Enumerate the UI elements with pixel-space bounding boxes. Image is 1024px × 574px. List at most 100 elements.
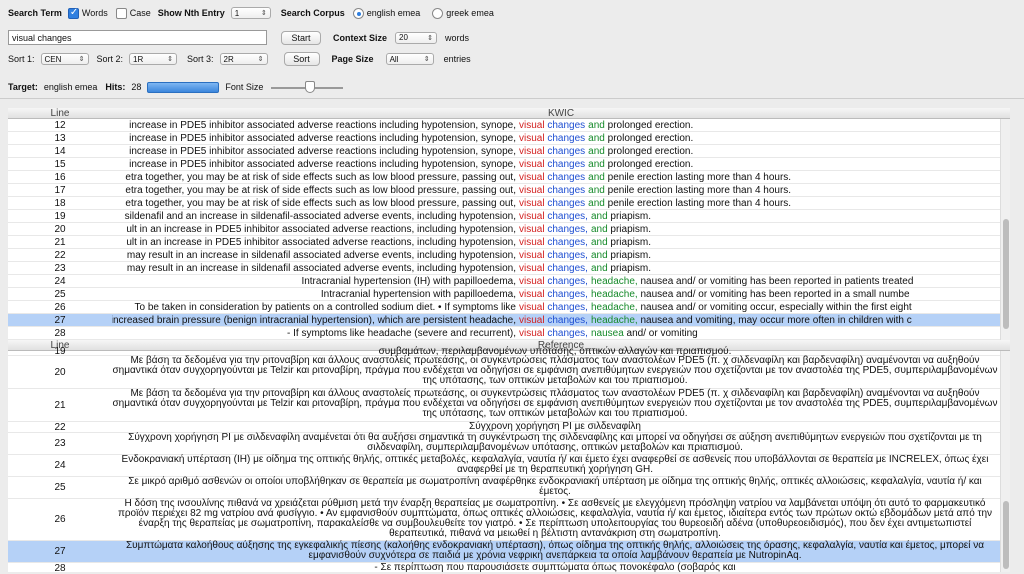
kwic-col-kwic[interactable]: KWIC <box>112 108 1010 119</box>
kwic-row[interactable]: 23 may result in an increase in sildenafi… <box>8 262 1010 275</box>
corpus-greek-radio[interactable] <box>432 7 444 19</box>
toolbar-divider <box>0 98 1024 99</box>
context-size-select[interactable]: 20 ⇕ <box>395 31 438 44</box>
kwic-keyword-1: visual <box>519 198 545 209</box>
kwic-right-context: and priapism. <box>588 249 651 261</box>
kwic-keyword-2: changes, <box>547 328 588 339</box>
reference-row[interactable]: 26 Η δόση της ινσουλίνης πιθανά να χρειάζ… <box>8 499 1010 541</box>
kwic-right-text: nausea and/ or vomiting occur, especiall… <box>637 302 912 313</box>
reference-pane: Line Reference 19 συμβαμάτων, περιλαμβανο… <box>8 340 1010 572</box>
corpus-english-radio[interactable] <box>352 7 364 19</box>
kwic-row[interactable]: 26 To be taken in consideration by patien… <box>8 301 1010 314</box>
search-term-label: Search Term <box>8 8 62 18</box>
sort-button[interactable]: Sort <box>283 52 320 66</box>
font-size-slider[interactable] <box>271 80 344 94</box>
kwic-row[interactable]: 12 increase in PDE5 inhibitor associated … <box>8 119 1010 132</box>
kwic-right-context: and priapism. <box>588 223 651 235</box>
kwic-keyword-2: changes, <box>547 211 588 222</box>
reference-row[interactable]: 21 Με βάση τα δεδομένα για την ριτοναβίρη… <box>8 389 1010 422</box>
reference-scrollbar[interactable] <box>1000 351 1010 572</box>
kwic-left-text: may result in an increase in sildenafil … <box>126 263 516 274</box>
kwic-line-number: 28 <box>54 328 66 339</box>
entries-label: entries <box>443 54 471 64</box>
sort2-select[interactable]: 1R ⇕ <box>129 53 178 65</box>
kwic-left-text: increase in PDE5 inhibitor associated ad… <box>129 133 516 144</box>
sort1-value: CEN <box>44 54 62 64</box>
kwic-row[interactable]: 21 ult in an increase in PDE5 inhibitor a… <box>8 236 1010 249</box>
show-nth-select[interactable]: 1 ⇕ <box>230 7 271 19</box>
kwic-left-context: may result in an increase in sildenafil … <box>112 262 516 274</box>
kwic-row[interactable]: 25 Intracranial hypertension with papillo… <box>8 288 1010 301</box>
reference-row[interactable]: 24 Ενδοκρανιακή υπέρταση (ΙΗ) με οίδημα τ… <box>8 455 1010 477</box>
kwic-right-text: prolonged erection. <box>604 159 694 170</box>
words-checkbox[interactable] <box>67 7 79 19</box>
kwic-row[interactable]: 13 increase in PDE5 inhibitor associated … <box>8 132 1010 145</box>
reference-text: Με βάση τα δεδομένα για την ριτοναβίρη κ… <box>112 388 998 419</box>
kwic-row[interactable]: 27 gn increased brain pressure (benign in… <box>8 314 1010 327</box>
sort1-label: Sort 1: <box>8 54 35 64</box>
page-size-select[interactable]: All ⇕ <box>385 53 434 65</box>
kwic-left-context: ult in an increase in PDE5 inhibitor ass… <box>112 223 516 235</box>
start-button[interactable]: Start <box>281 30 321 45</box>
kwic-line-number: 19 <box>54 211 66 222</box>
kwic-collocate: and <box>590 224 608 235</box>
kwic-row[interactable]: 28 - If symptoms like headache (severe an… <box>8 327 1010 340</box>
kwic-keyword-1: visual <box>519 263 545 274</box>
kwic-keyword-2: changes <box>547 159 586 170</box>
search-input[interactable]: visual changes <box>8 30 267 45</box>
reference-row[interactable]: 20 Με βάση τα δεδομένα για την ριτοναβίρη… <box>8 356 1010 389</box>
kwic-context: Intracranial hypertension (IH) with papi… <box>112 275 972 287</box>
kwic-keyword: visual changes <box>516 145 585 157</box>
kwic-left-text: may result in an increase in sildenafil … <box>126 250 516 261</box>
kwic-left-context: Intracranial hypertension with papilloed… <box>112 288 516 300</box>
kwic-row[interactable]: 17 etra together, you may be at risk of s… <box>8 184 1010 197</box>
kwic-collocate: and <box>590 263 608 274</box>
sort2-label: Sort 2: <box>96 54 124 64</box>
reference-row[interactable]: 28 - Σε περίπτωση που παρουσιάσετε συμπτώ… <box>8 563 1010 573</box>
reference-scroll-knob[interactable] <box>1003 501 1009 569</box>
kwic-pane: Line KWIC 12 increase in PDE5 inhibitor a… <box>8 108 1010 340</box>
reference-line-number: 26 <box>54 514 66 525</box>
kwic-context: - If symptoms like headache (severe and … <box>112 327 972 339</box>
sort3-select[interactable]: 2R ⇕ <box>219 53 268 65</box>
kwic-context: Intracranial hypertension with papilloed… <box>112 288 972 300</box>
kwic-row[interactable]: 22 may result in an increase in sildenafi… <box>8 249 1010 262</box>
kwic-row[interactable]: 15 increase in PDE5 inhibitor associated … <box>8 158 1010 171</box>
kwic-keyword-1: visual <box>519 185 545 196</box>
sort1-select[interactable]: CEN ⇕ <box>40 53 89 65</box>
reference-row[interactable]: 25 Σε μικρό αριθμό ασθενών οι οποίοι υποβ… <box>8 477 1010 499</box>
sort2-value: 1R <box>133 54 144 64</box>
kwic-keyword: visual changes, <box>516 288 588 300</box>
kwic-row[interactable]: 24 Intracranial hypertension (IH) with pa… <box>8 275 1010 288</box>
kwic-right-context: headache, nausea and vomiting, may occur… <box>588 314 912 326</box>
kwic-keyword-1: visual <box>519 315 545 326</box>
kwic-keyword-1: visual <box>519 133 545 144</box>
kwic-keyword-2: changes <box>547 146 586 157</box>
kwic-collocate: and <box>588 159 605 170</box>
kwic-row[interactable]: 18 etra together, you may be at risk of s… <box>8 197 1010 210</box>
reference-row[interactable]: 27 Συμπτώματα καλοήθους αύξησης της εγκεφ… <box>8 541 1010 563</box>
kwic-row[interactable]: 19 sildenafil and an increase in sildenaf… <box>8 210 1010 223</box>
kwic-row[interactable]: 20 ult in an increase in PDE5 inhibitor a… <box>8 223 1010 236</box>
page-size-label: Page Size <box>331 54 374 64</box>
kwic-right-text: priapism. <box>607 211 651 222</box>
chevron-updown-icon: ⇕ <box>423 56 430 63</box>
kwic-right-text: and/ or vomiting <box>623 328 698 339</box>
hits-value: 28 <box>131 82 142 92</box>
kwic-row[interactable]: 16 etra together, you may be at risk of s… <box>8 171 1010 184</box>
kwic-col-line[interactable]: Line <box>8 108 112 119</box>
kwic-right-context: and penile erection lasting more than 4 … <box>585 184 791 196</box>
kwic-collocate: headache, <box>590 276 638 287</box>
case-checkbox[interactable] <box>115 7 127 19</box>
kwic-row[interactable]: 14 increase in PDE5 inhibitor associated … <box>8 145 1010 158</box>
kwic-keyword: visual changes, <box>516 223 588 235</box>
reference-text: Σύγχρονη χορήγηση PI με σιλδεναφίλη αναμ… <box>128 432 982 453</box>
kwic-scrollbar[interactable] <box>1000 119 1010 340</box>
kwic-left-text: gn increased brain pressure (benign intr… <box>112 315 516 326</box>
slider-thumb[interactable] <box>305 81 316 93</box>
kwic-scroll-knob[interactable] <box>1003 219 1009 329</box>
kwic-right-context: and prolonged erection. <box>585 158 693 170</box>
context-size-label: Context Size <box>333 32 388 43</box>
reference-row[interactable]: 23 Σύγχρονη χορήγηση PI με σιλδεναφίλη αν… <box>8 433 1010 455</box>
toolbar: Search Term Words Case Show Nth Entry 1⇕… <box>0 0 1024 106</box>
